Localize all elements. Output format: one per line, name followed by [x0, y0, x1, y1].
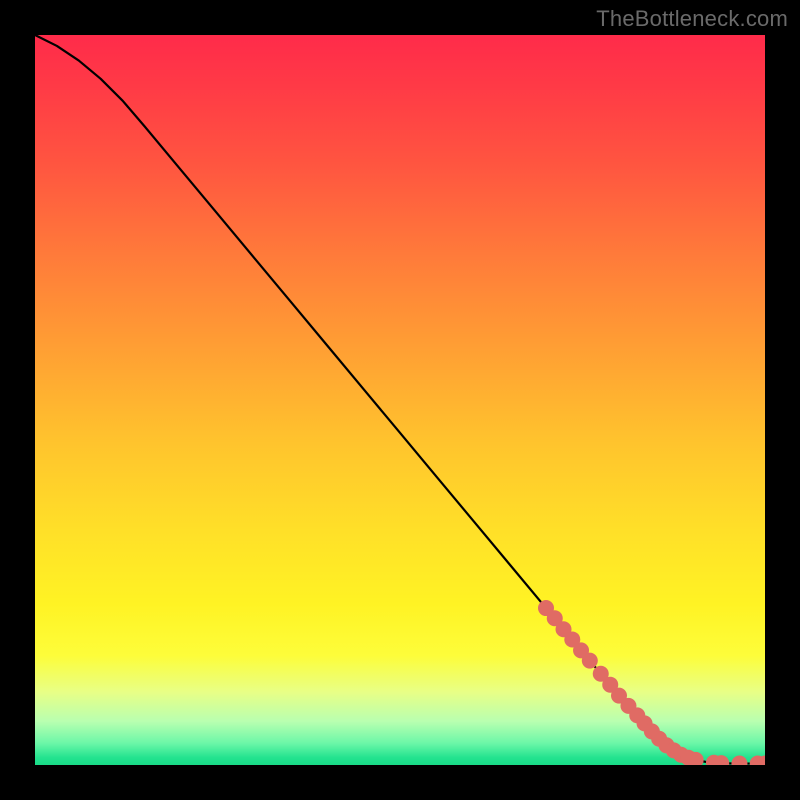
watermark-text: TheBottleneck.com [596, 6, 788, 32]
data-point [731, 756, 747, 765]
chart-frame: TheBottleneck.com [0, 0, 800, 800]
data-point [582, 653, 598, 669]
plot-area [35, 35, 765, 765]
data-points [538, 600, 765, 765]
chart-svg [35, 35, 765, 765]
curve-line [35, 35, 765, 764]
